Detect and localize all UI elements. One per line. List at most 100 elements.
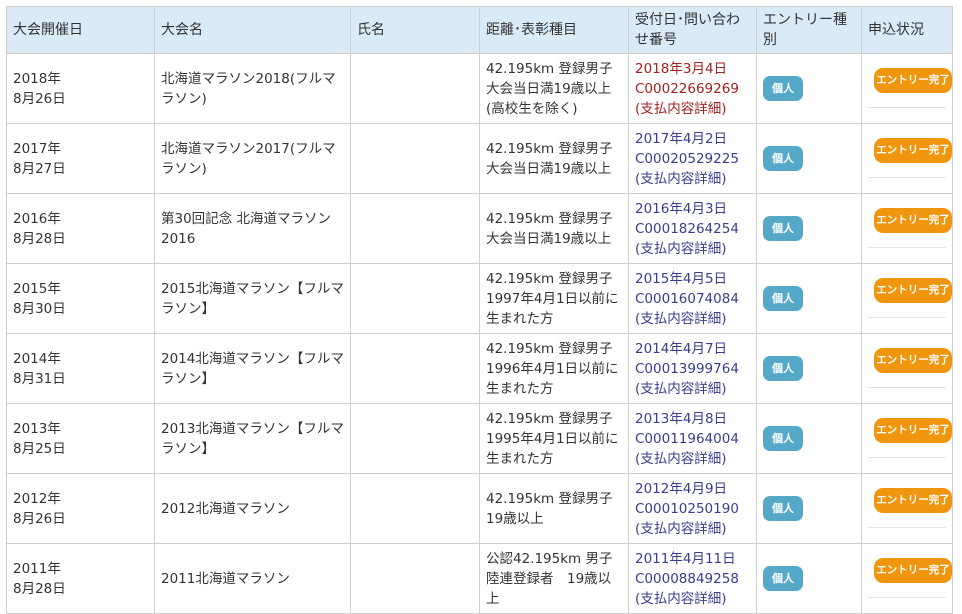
event-date-cell: 2014年 8月31日: [6, 333, 155, 404]
event-date-day: 8月25日: [13, 440, 66, 457]
payment-detail-link[interactable]: (支払内容詳細): [635, 309, 750, 329]
table-row: 2014年 8月31日 2014北海道マラソン【フルマラソン】 42.195km…: [6, 333, 953, 404]
event-date-day: 8月28日: [13, 580, 66, 597]
table-row: 2015年 8月30日 2015北海道マラソン【フルマラソン】 42.195km…: [6, 263, 953, 334]
event-date-year: 2018年: [13, 70, 61, 87]
event-date-year: 2011年: [13, 560, 61, 577]
entry-type-cell: 個人: [756, 193, 862, 264]
event-name-cell: 2014北海道マラソン【フルマラソン】: [154, 333, 351, 404]
status-cell: エントリー完了: [861, 473, 953, 544]
receipt-number-link[interactable]: C00018264254: [635, 219, 750, 239]
individual-entry-badge[interactable]: 個人: [763, 76, 803, 101]
receipt-cell: 2012年4月9日 C00010250190 (支払内容詳細): [628, 473, 757, 544]
receipt-number-link[interactable]: C00011964004: [635, 429, 750, 449]
table-row: 2018年 8月26日 北海道マラソン2018(フルマラソン) 42.195km…: [6, 53, 953, 124]
entry-complete-badge[interactable]: エントリー完了: [874, 558, 952, 583]
receipt-number-link[interactable]: C00013999764: [635, 359, 750, 379]
category-cell: 42.195km 登録男子 1997年4月1日以前に生まれた方: [479, 263, 629, 334]
receipt-number-link[interactable]: C00010250190: [635, 499, 750, 519]
receipt-number-link[interactable]: C00020529225: [635, 149, 750, 169]
status-cell: エントリー完了: [861, 123, 953, 194]
payment-detail-link[interactable]: (支払内容詳細): [635, 589, 750, 609]
receipt-date-link[interactable]: 2017年4月2日: [635, 129, 750, 149]
status-cell: エントリー完了: [861, 263, 953, 334]
receipt-date-link[interactable]: 2012年4月9日: [635, 479, 750, 499]
entry-rows: 2018年 8月26日 北海道マラソン2018(フルマラソン) 42.195km…: [6, 53, 953, 614]
status-area: エントリー完了: [868, 545, 952, 597]
individual-entry-badge[interactable]: 個人: [763, 286, 803, 311]
category-cell: 42.195km 登録男子 1996年4月1日以前に生まれた方: [479, 333, 629, 404]
runner-name-cell: [350, 193, 480, 264]
payment-detail-link[interactable]: (支払内容詳細): [635, 169, 750, 189]
individual-entry-badge[interactable]: 個人: [763, 146, 803, 171]
individual-entry-badge[interactable]: 個人: [763, 356, 803, 381]
individual-entry-badge[interactable]: 個人: [763, 566, 803, 591]
event-date-year: 2014年: [13, 350, 61, 367]
receipt-number-link[interactable]: C00016074084: [635, 289, 750, 309]
status-divider: [868, 387, 946, 402]
receipt-cell: 2018年3月4日 C00022669269 (支払内容詳細): [628, 53, 757, 124]
column-header-name: 氏名: [350, 6, 480, 54]
status-divider: [868, 107, 946, 122]
individual-entry-badge[interactable]: 個人: [763, 496, 803, 521]
event-date-day: 8月26日: [13, 90, 66, 107]
category-cell: 42.195km 登録男子 大会当日満19歳以上(高校生を除く): [479, 53, 629, 124]
receipt-date-link[interactable]: 2013年4月8日: [635, 409, 750, 429]
receipt-date-link[interactable]: 2015年4月5日: [635, 269, 750, 289]
event-date-year: 2017年: [13, 140, 61, 157]
status-area: エントリー完了: [868, 475, 952, 527]
payment-detail-link[interactable]: (支払内容詳細): [635, 99, 750, 119]
entry-complete-badge[interactable]: エントリー完了: [874, 208, 952, 233]
table-row: 2012年 8月26日 2012北海道マラソン 42.195km 登録男子 19…: [6, 473, 953, 544]
receipt-date-link[interactable]: 2011年4月11日: [635, 549, 750, 569]
status-area: エントリー完了: [868, 335, 952, 387]
payment-detail-link[interactable]: (支払内容詳細): [635, 379, 750, 399]
payment-detail-link[interactable]: (支払内容詳細): [635, 239, 750, 259]
receipt-date-link[interactable]: 2016年4月3日: [635, 199, 750, 219]
category-cell: 42.195km 登録男子 1995年4月1日以前に生まれた方: [479, 403, 629, 474]
event-date-cell: 2013年 8月25日: [6, 403, 155, 474]
column-header-event: 大会名: [154, 6, 351, 54]
category-cell: 42.195km 登録男子 19歳以上: [479, 473, 629, 544]
entry-complete-badge[interactable]: エントリー完了: [874, 488, 952, 513]
entry-type-cell: 個人: [756, 263, 862, 334]
individual-entry-badge[interactable]: 個人: [763, 426, 803, 451]
event-date-cell: 2018年 8月26日: [6, 53, 155, 124]
entry-complete-badge[interactable]: エントリー完了: [874, 418, 952, 443]
entry-complete-badge[interactable]: エントリー完了: [874, 278, 952, 303]
status-area: エントリー完了: [868, 55, 952, 107]
receipt-number-link[interactable]: C00008849258: [635, 569, 750, 589]
receipt-date-link[interactable]: 2018年3月4日: [635, 59, 750, 79]
receipt-date-link[interactable]: 2014年4月7日: [635, 339, 750, 359]
column-header-entry-type: エントリー種別: [756, 6, 862, 54]
entry-type-cell: 個人: [756, 333, 862, 404]
entry-complete-badge[interactable]: エントリー完了: [874, 348, 952, 373]
entry-complete-badge[interactable]: エントリー完了: [874, 138, 952, 163]
status-cell: エントリー完了: [861, 333, 953, 404]
event-date-day: 8月31日: [13, 370, 66, 387]
event-date-day: 8月28日: [13, 230, 66, 247]
event-date-cell: 2015年 8月30日: [6, 263, 155, 334]
status-divider: [868, 457, 946, 472]
payment-detail-link[interactable]: (支払内容詳細): [635, 449, 750, 469]
status-area: エントリー完了: [868, 265, 952, 317]
status-area: エントリー完了: [868, 195, 952, 247]
entry-type-cell: 個人: [756, 403, 862, 474]
status-cell: エントリー完了: [861, 403, 953, 474]
event-date-year: 2012年: [13, 490, 61, 507]
column-header-receipt: 受付日･問い合わせ番号: [628, 6, 757, 54]
event-date-year: 2013年: [13, 420, 61, 437]
status-divider: [868, 177, 946, 192]
event-date-cell: 2016年 8月28日: [6, 193, 155, 264]
status-divider: [868, 317, 946, 332]
receipt-cell: 2014年4月7日 C00013999764 (支払内容詳細): [628, 333, 757, 404]
entry-complete-badge[interactable]: エントリー完了: [874, 68, 952, 93]
receipt-cell: 2016年4月3日 C00018264254 (支払内容詳細): [628, 193, 757, 264]
entry-type-cell: 個人: [756, 543, 862, 614]
table-row: 2013年 8月25日 2013北海道マラソン【フルマラソン】 42.195km…: [6, 403, 953, 474]
payment-detail-link[interactable]: (支払内容詳細): [635, 519, 750, 539]
event-date-cell: 2011年 8月28日: [6, 543, 155, 614]
individual-entry-badge[interactable]: 個人: [763, 216, 803, 241]
receipt-number-link[interactable]: C00022669269: [635, 79, 750, 99]
event-name-cell: 2011北海道マラソン: [154, 543, 351, 614]
